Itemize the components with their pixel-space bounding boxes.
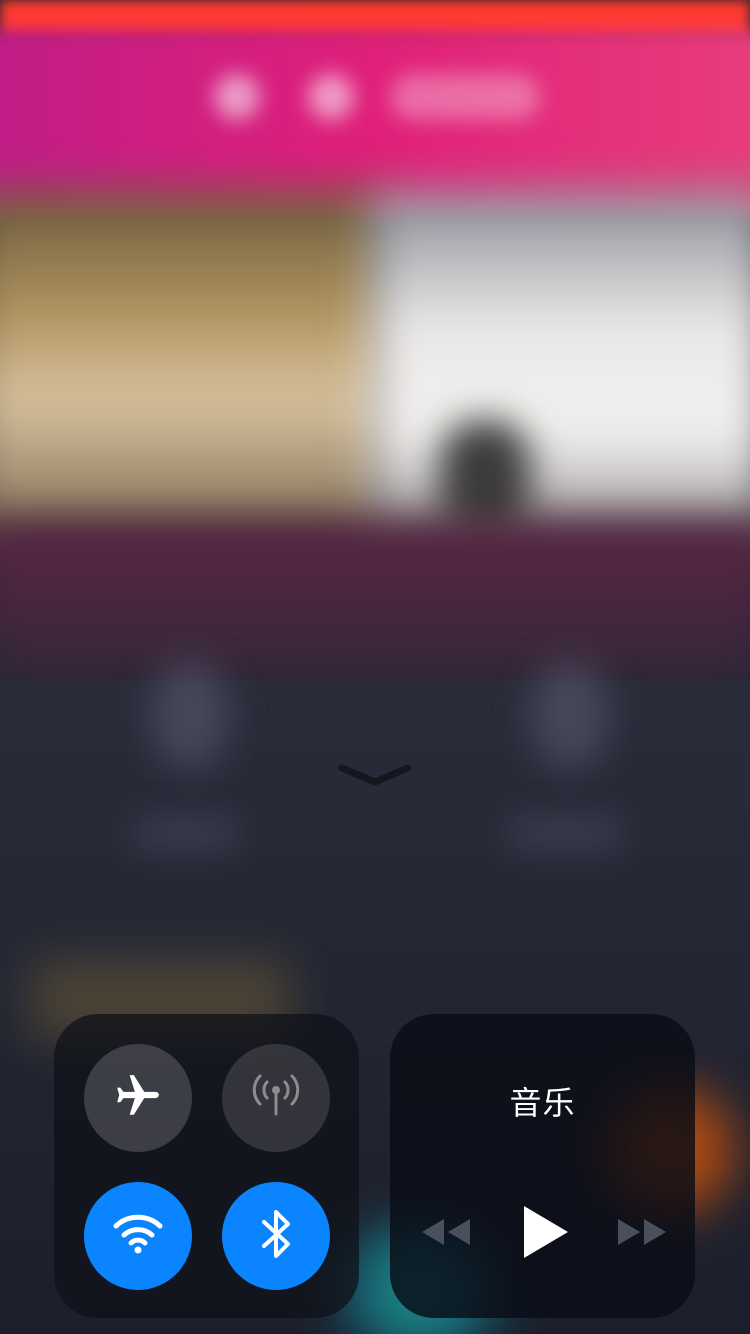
background-photo-left xyxy=(0,190,390,540)
play-button[interactable] xyxy=(514,1206,574,1258)
bluetooth-toggle[interactable] xyxy=(222,1182,330,1290)
fast-forward-button[interactable] xyxy=(612,1210,672,1258)
cellular-data-toggle[interactable] xyxy=(222,1044,330,1152)
play-icon xyxy=(518,1204,570,1264)
airplane-mode-toggle[interactable] xyxy=(84,1044,192,1152)
fast-forward-icon xyxy=(616,1217,668,1251)
background-ghost-shape xyxy=(505,815,625,851)
music-title: 音乐 xyxy=(509,1084,576,1122)
rewind-button[interactable] xyxy=(416,1210,476,1258)
background-ghost-shape xyxy=(530,660,610,770)
wifi-icon xyxy=(110,1212,166,1260)
airplane-icon xyxy=(113,1071,163,1125)
background-photo-right xyxy=(370,190,750,540)
background-ghost-shape xyxy=(150,660,230,770)
background-ghost-shape xyxy=(130,815,240,851)
rewind-icon xyxy=(420,1217,472,1251)
connectivity-panel xyxy=(54,1014,359,1318)
music-panel[interactable]: 音乐 xyxy=(390,1014,695,1318)
chevron-down-icon[interactable] xyxy=(338,760,412,790)
background-band xyxy=(0,520,750,700)
cellular-antenna-icon xyxy=(248,1068,304,1128)
background-header-blobs xyxy=(200,60,640,130)
bluetooth-icon xyxy=(258,1206,294,1266)
wifi-toggle[interactable] xyxy=(84,1182,192,1290)
